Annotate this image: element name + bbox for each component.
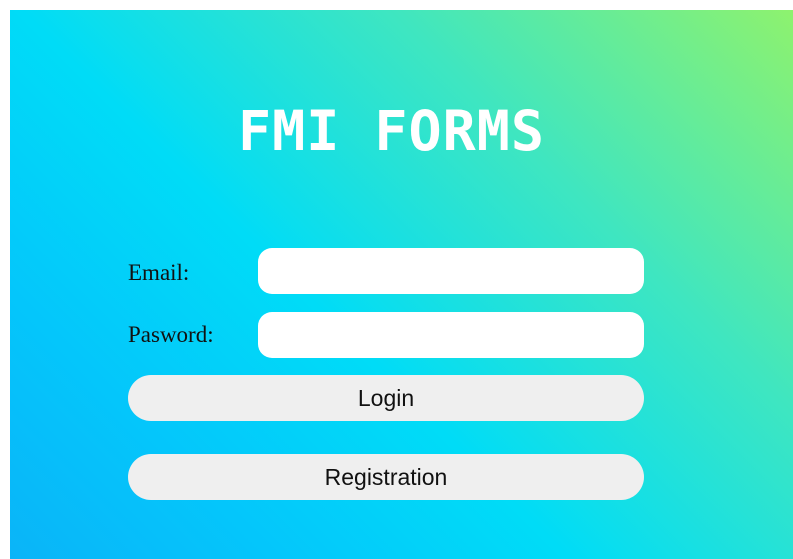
registration-button[interactable]: Registration xyxy=(128,454,644,500)
password-field[interactable] xyxy=(258,312,644,358)
login-button[interactable]: Login xyxy=(128,375,644,421)
email-field[interactable] xyxy=(258,248,644,294)
email-label: Email: xyxy=(128,260,190,285)
page-title: FMI FORMS xyxy=(237,99,545,163)
password-label: Pasword: xyxy=(128,322,214,347)
login-page: FMI FORMS Email: Pasword: Login Registra… xyxy=(10,10,793,559)
